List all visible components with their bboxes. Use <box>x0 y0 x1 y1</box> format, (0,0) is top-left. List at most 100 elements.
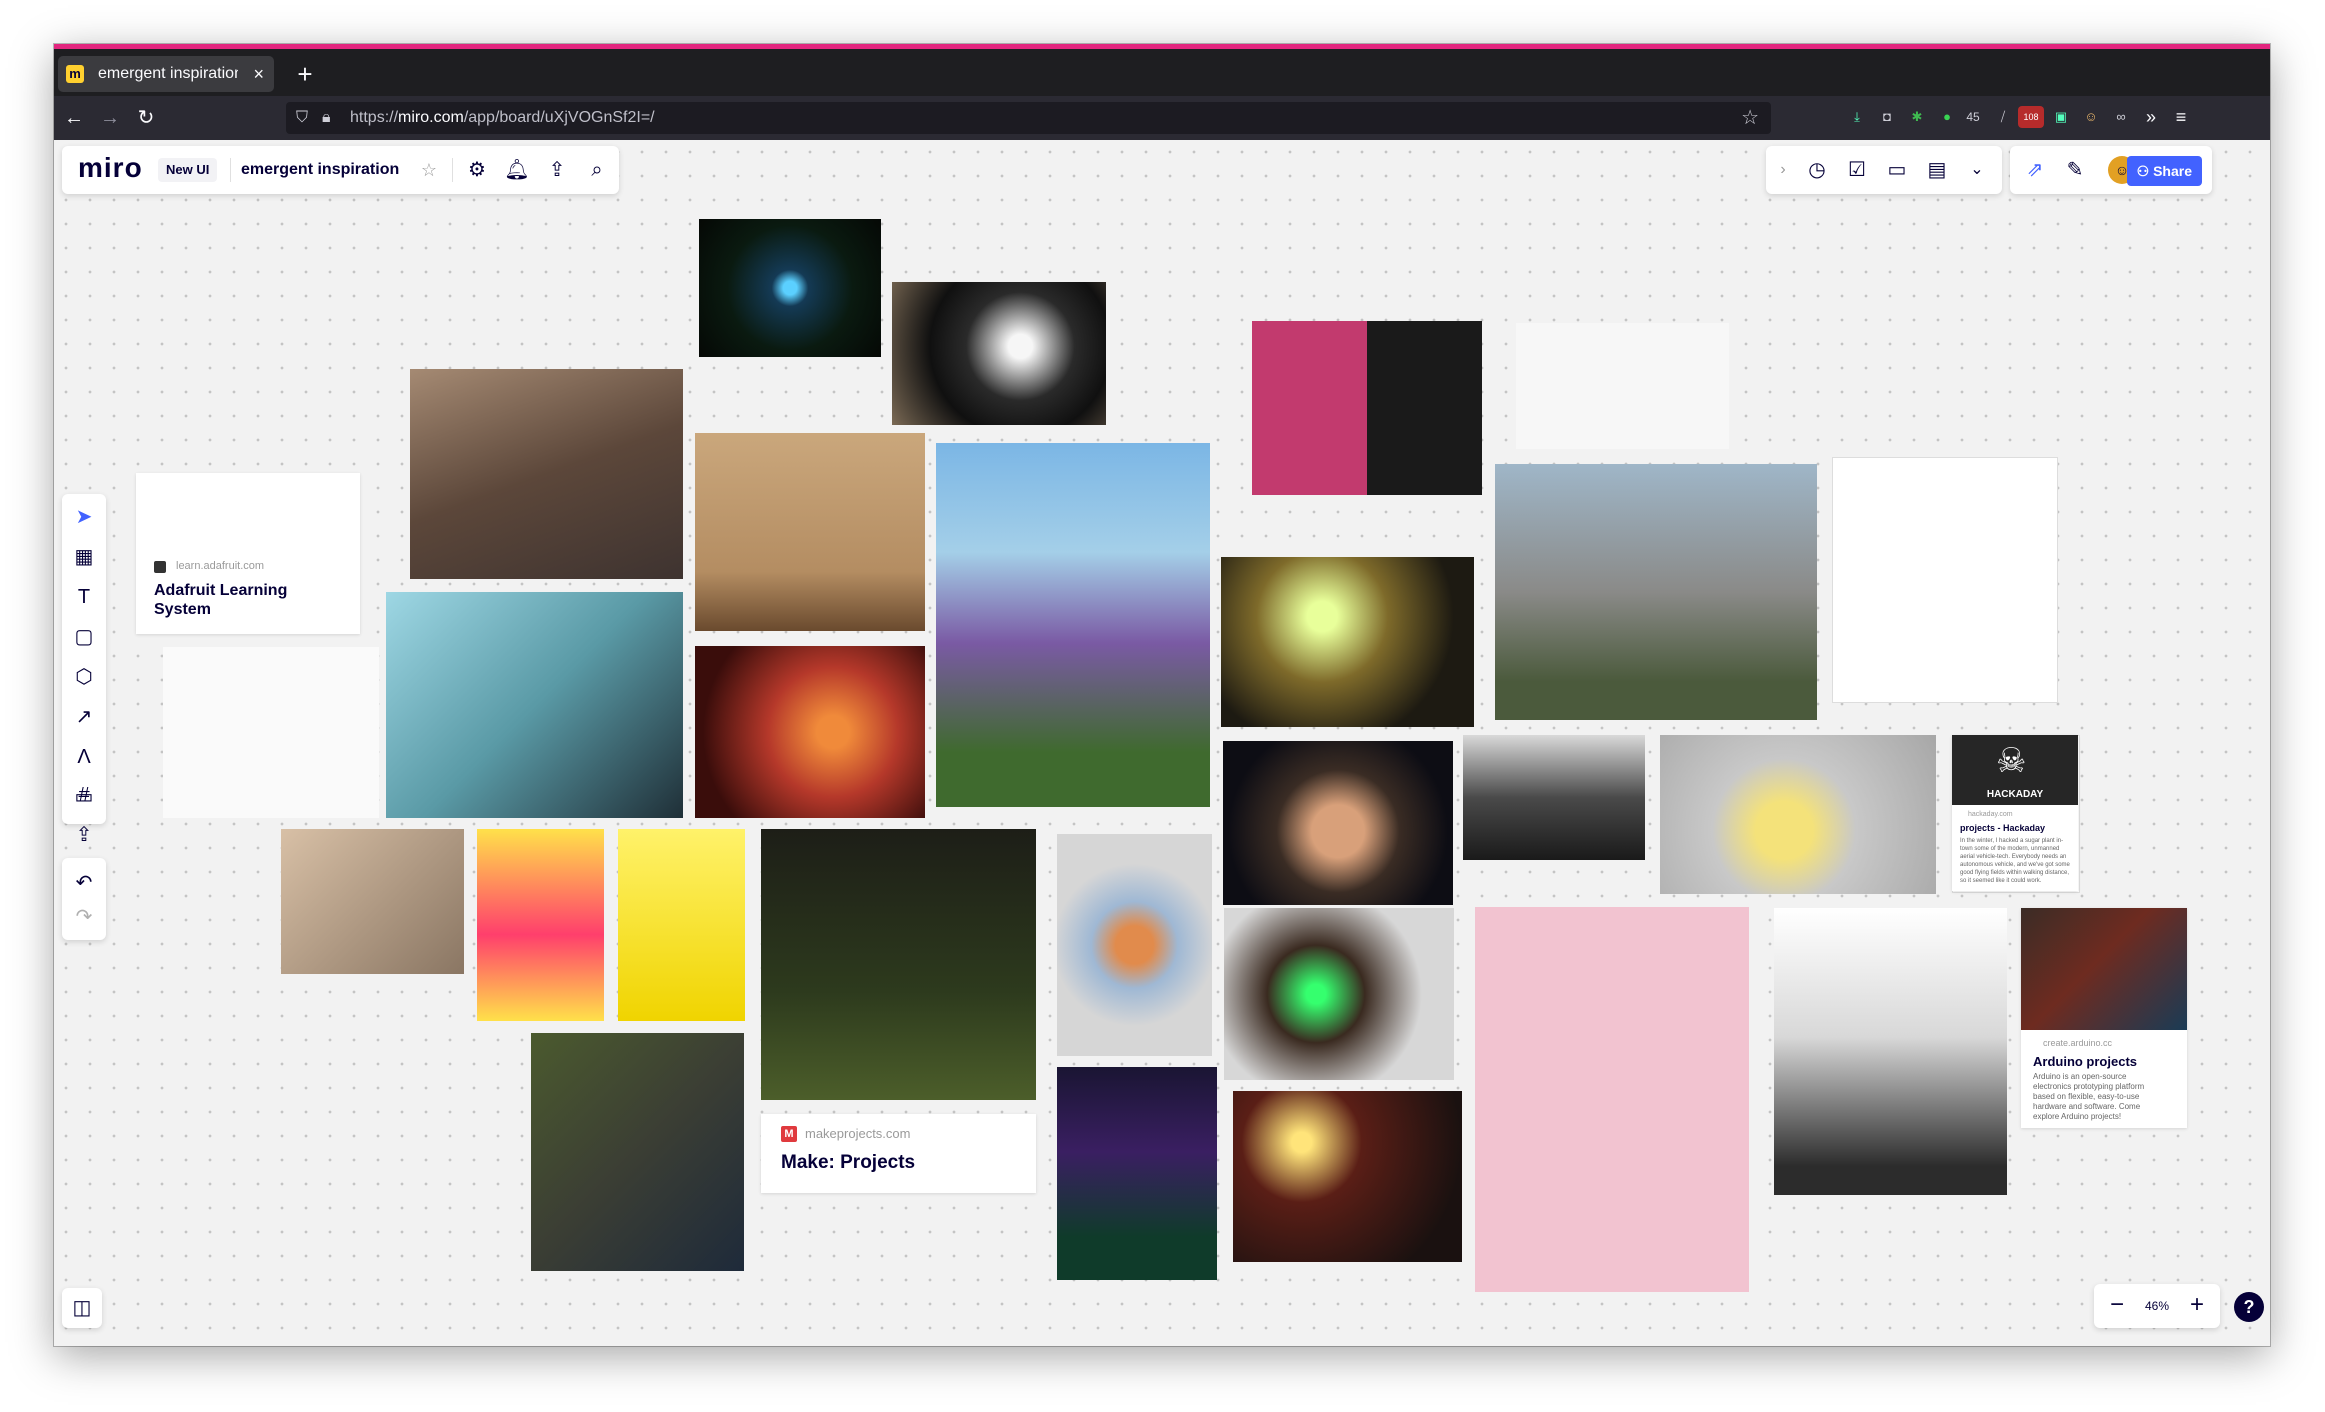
board-image[interactable] <box>386 592 683 818</box>
miro-logo[interactable]: miro <box>78 152 143 184</box>
tab-bar: m emergent inspiration, On × + <box>54 49 2270 96</box>
reactions-icon[interactable]: ✎ <box>2060 155 2090 185</box>
board-image[interactable] <box>695 433 925 631</box>
chevron-down-icon[interactable]: ⌄ <box>1962 155 1992 185</box>
link-card-hackaday[interactable]: ☠︎ HACKADAY hackaday.com projects - Hack… <box>1952 735 2078 891</box>
divider <box>452 158 453 182</box>
board-image[interactable] <box>1252 321 1482 495</box>
tab-miro-board[interactable]: m emergent inspiration, On × <box>58 56 274 92</box>
extension-count-badge[interactable]: 108 <box>2018 106 2044 128</box>
zoom-level[interactable]: 46% <box>2140 1284 2174 1328</box>
board-image[interactable] <box>1774 908 2007 1195</box>
share-label: Share <box>2153 163 2192 179</box>
extension-icon[interactable]: ● <box>1936 106 1958 128</box>
hackaday-banner: ☠︎ HACKADAY <box>1952 735 2078 805</box>
board-image[interactable] <box>1495 464 1817 720</box>
search-icon[interactable]: ⌕ <box>582 155 612 185</box>
board-image[interactable] <box>892 282 1106 425</box>
pen-icon[interactable]: Λ <box>69 742 99 772</box>
board-image[interactable] <box>1660 735 1936 894</box>
board-image[interactable] <box>163 647 379 818</box>
menu-icon[interactable]: ≡ <box>2170 106 2192 128</box>
board-image[interactable] <box>936 443 1210 807</box>
notifications-count-badge[interactable]: 45 <box>1962 106 1984 128</box>
board-top-panel: miro New UI emergent inspiration ☆ ⚙ 🔔︎ … <box>62 146 619 194</box>
board-image[interactable] <box>1463 735 1645 860</box>
templates-icon[interactable]: ▦ <box>69 542 99 572</box>
board-name[interactable]: emergent inspiration <box>241 146 399 194</box>
bookmark-star-icon[interactable]: ☆ <box>1741 102 1759 134</box>
extension-icon[interactable]: ✱ <box>1906 106 1928 128</box>
text-icon[interactable]: T <box>69 582 99 612</box>
voting-icon[interactable]: ☑ <box>1842 155 1872 185</box>
board-canvas[interactable]: learn.adafruit.com Adafruit Learning Sys… <box>54 140 2270 1346</box>
frames-panel-toggle[interactable]: ◫ <box>62 1288 102 1328</box>
profile-icon[interactable]: ☺ <box>2080 106 2102 128</box>
link-card-make[interactable]: M makeprojects.com Make: Projects <box>761 1114 1036 1193</box>
new-tab-button[interactable]: + <box>290 56 320 92</box>
board-image[interactable] <box>281 829 464 974</box>
tracking-shield-icon[interactable]: ⛉ <box>296 102 308 134</box>
sticky-note-icon[interactable]: ▢ <box>69 622 99 652</box>
board-image[interactable] <box>1233 1091 1462 1262</box>
board-image[interactable] <box>1057 834 1212 1056</box>
gear-icon[interactable]: ⚙ <box>462 155 492 185</box>
board-image[interactable] <box>1516 323 1729 449</box>
back-arrow-icon[interactable]: ← <box>58 102 90 134</box>
card-domain: makeprojects.com <box>805 1126 911 1141</box>
board-image[interactable] <box>1057 1067 1217 1280</box>
board-image[interactable] <box>1221 557 1474 727</box>
help-button[interactable]: ? <box>2234 1292 2264 1322</box>
card-domain: create.arduino.cc <box>2043 1038 2113 1048</box>
connection-line-icon[interactable]: ↗ <box>69 702 99 732</box>
extension-icon[interactable]: ∞ <box>2110 106 2132 128</box>
save-icon[interactable]: ▣ <box>2050 106 2072 128</box>
notes-icon[interactable]: ▤ <box>1922 155 1952 185</box>
zoom-out-button[interactable]: − <box>2102 1290 2132 1320</box>
board-image[interactable] <box>1832 457 2058 703</box>
undo-redo-panel: ↶ ↷ <box>62 858 106 940</box>
chevron-right-icon[interactable]: › <box>1768 155 1798 185</box>
board-image[interactable] <box>1224 908 1454 1080</box>
forward-arrow-icon[interactable]: → <box>94 102 126 134</box>
reload-icon[interactable]: ↻ <box>130 102 162 134</box>
address-bar[interactable]: ⛉ 🔒︎ https://miro.com/app/board/uXjVOGnS… <box>286 102 1771 134</box>
extension-icon[interactable]: ◘ <box>1876 106 1898 128</box>
select-cursor-icon[interactable]: ➤ <box>69 502 99 532</box>
board-image[interactable] <box>1223 741 1453 905</box>
zoom-in-button[interactable]: + <box>2182 1290 2212 1320</box>
board-image[interactable] <box>699 219 881 357</box>
upload-icon[interactable]: ⇪ <box>542 155 572 185</box>
link-card-adafruit[interactable]: learn.adafruit.com Adafruit Learning Sys… <box>136 473 360 634</box>
board-image[interactable] <box>1475 907 1749 1292</box>
frame-icon[interactable]: # <box>69 780 99 810</box>
cursor-icon[interactable]: ⇗ <box>2020 155 2050 185</box>
board-image[interactable] <box>695 646 925 818</box>
shapes-icon[interactable]: ⬡ <box>69 662 99 692</box>
card-title: Make: Projects <box>781 1152 916 1173</box>
url-text: https://miro.com/app/board/uXjVOGnSf2I=/ <box>350 109 655 126</box>
more-tools-chevron-icon[interactable]: » <box>2140 106 2162 128</box>
upload-icon[interactable]: ⇪ <box>69 820 99 850</box>
make-favicon-icon: M <box>781 1126 797 1142</box>
board-image[interactable] <box>477 829 604 1021</box>
link-card-arduino[interactable]: create.arduino.cc Arduino projects Ardui… <box>2021 908 2187 1128</box>
timer-icon[interactable]: ◷ <box>1802 155 1832 185</box>
board-image[interactable] <box>761 829 1036 1100</box>
board-image[interactable] <box>410 369 683 579</box>
redo-icon[interactable]: ↷ <box>69 902 99 932</box>
new-ui-badge[interactable]: New UI <box>158 158 218 182</box>
star-icon[interactable]: ☆ <box>414 155 444 185</box>
lock-icon[interactable]: 🔒︎ <box>322 102 331 134</box>
present-icon[interactable]: ▭ <box>1882 155 1912 185</box>
skull-icon: ☠︎ <box>1996 742 2027 780</box>
share-button[interactable]: ⚇ Share <box>2126 156 2202 186</box>
browser-window: m emergent inspiration, On × + ← → ↻ ⛉ 🔒… <box>54 44 2270 1346</box>
board-image[interactable] <box>618 829 745 1021</box>
board-image[interactable] <box>531 1033 744 1271</box>
tab-close-icon[interactable]: × <box>253 56 264 92</box>
bell-icon[interactable]: 🔔︎ <box>502 155 532 185</box>
undo-icon[interactable]: ↶ <box>69 868 99 898</box>
download-icon[interactable]: ⤓ <box>1846 106 1868 128</box>
extension-icon[interactable]: ⧸ <box>1992 106 2014 128</box>
